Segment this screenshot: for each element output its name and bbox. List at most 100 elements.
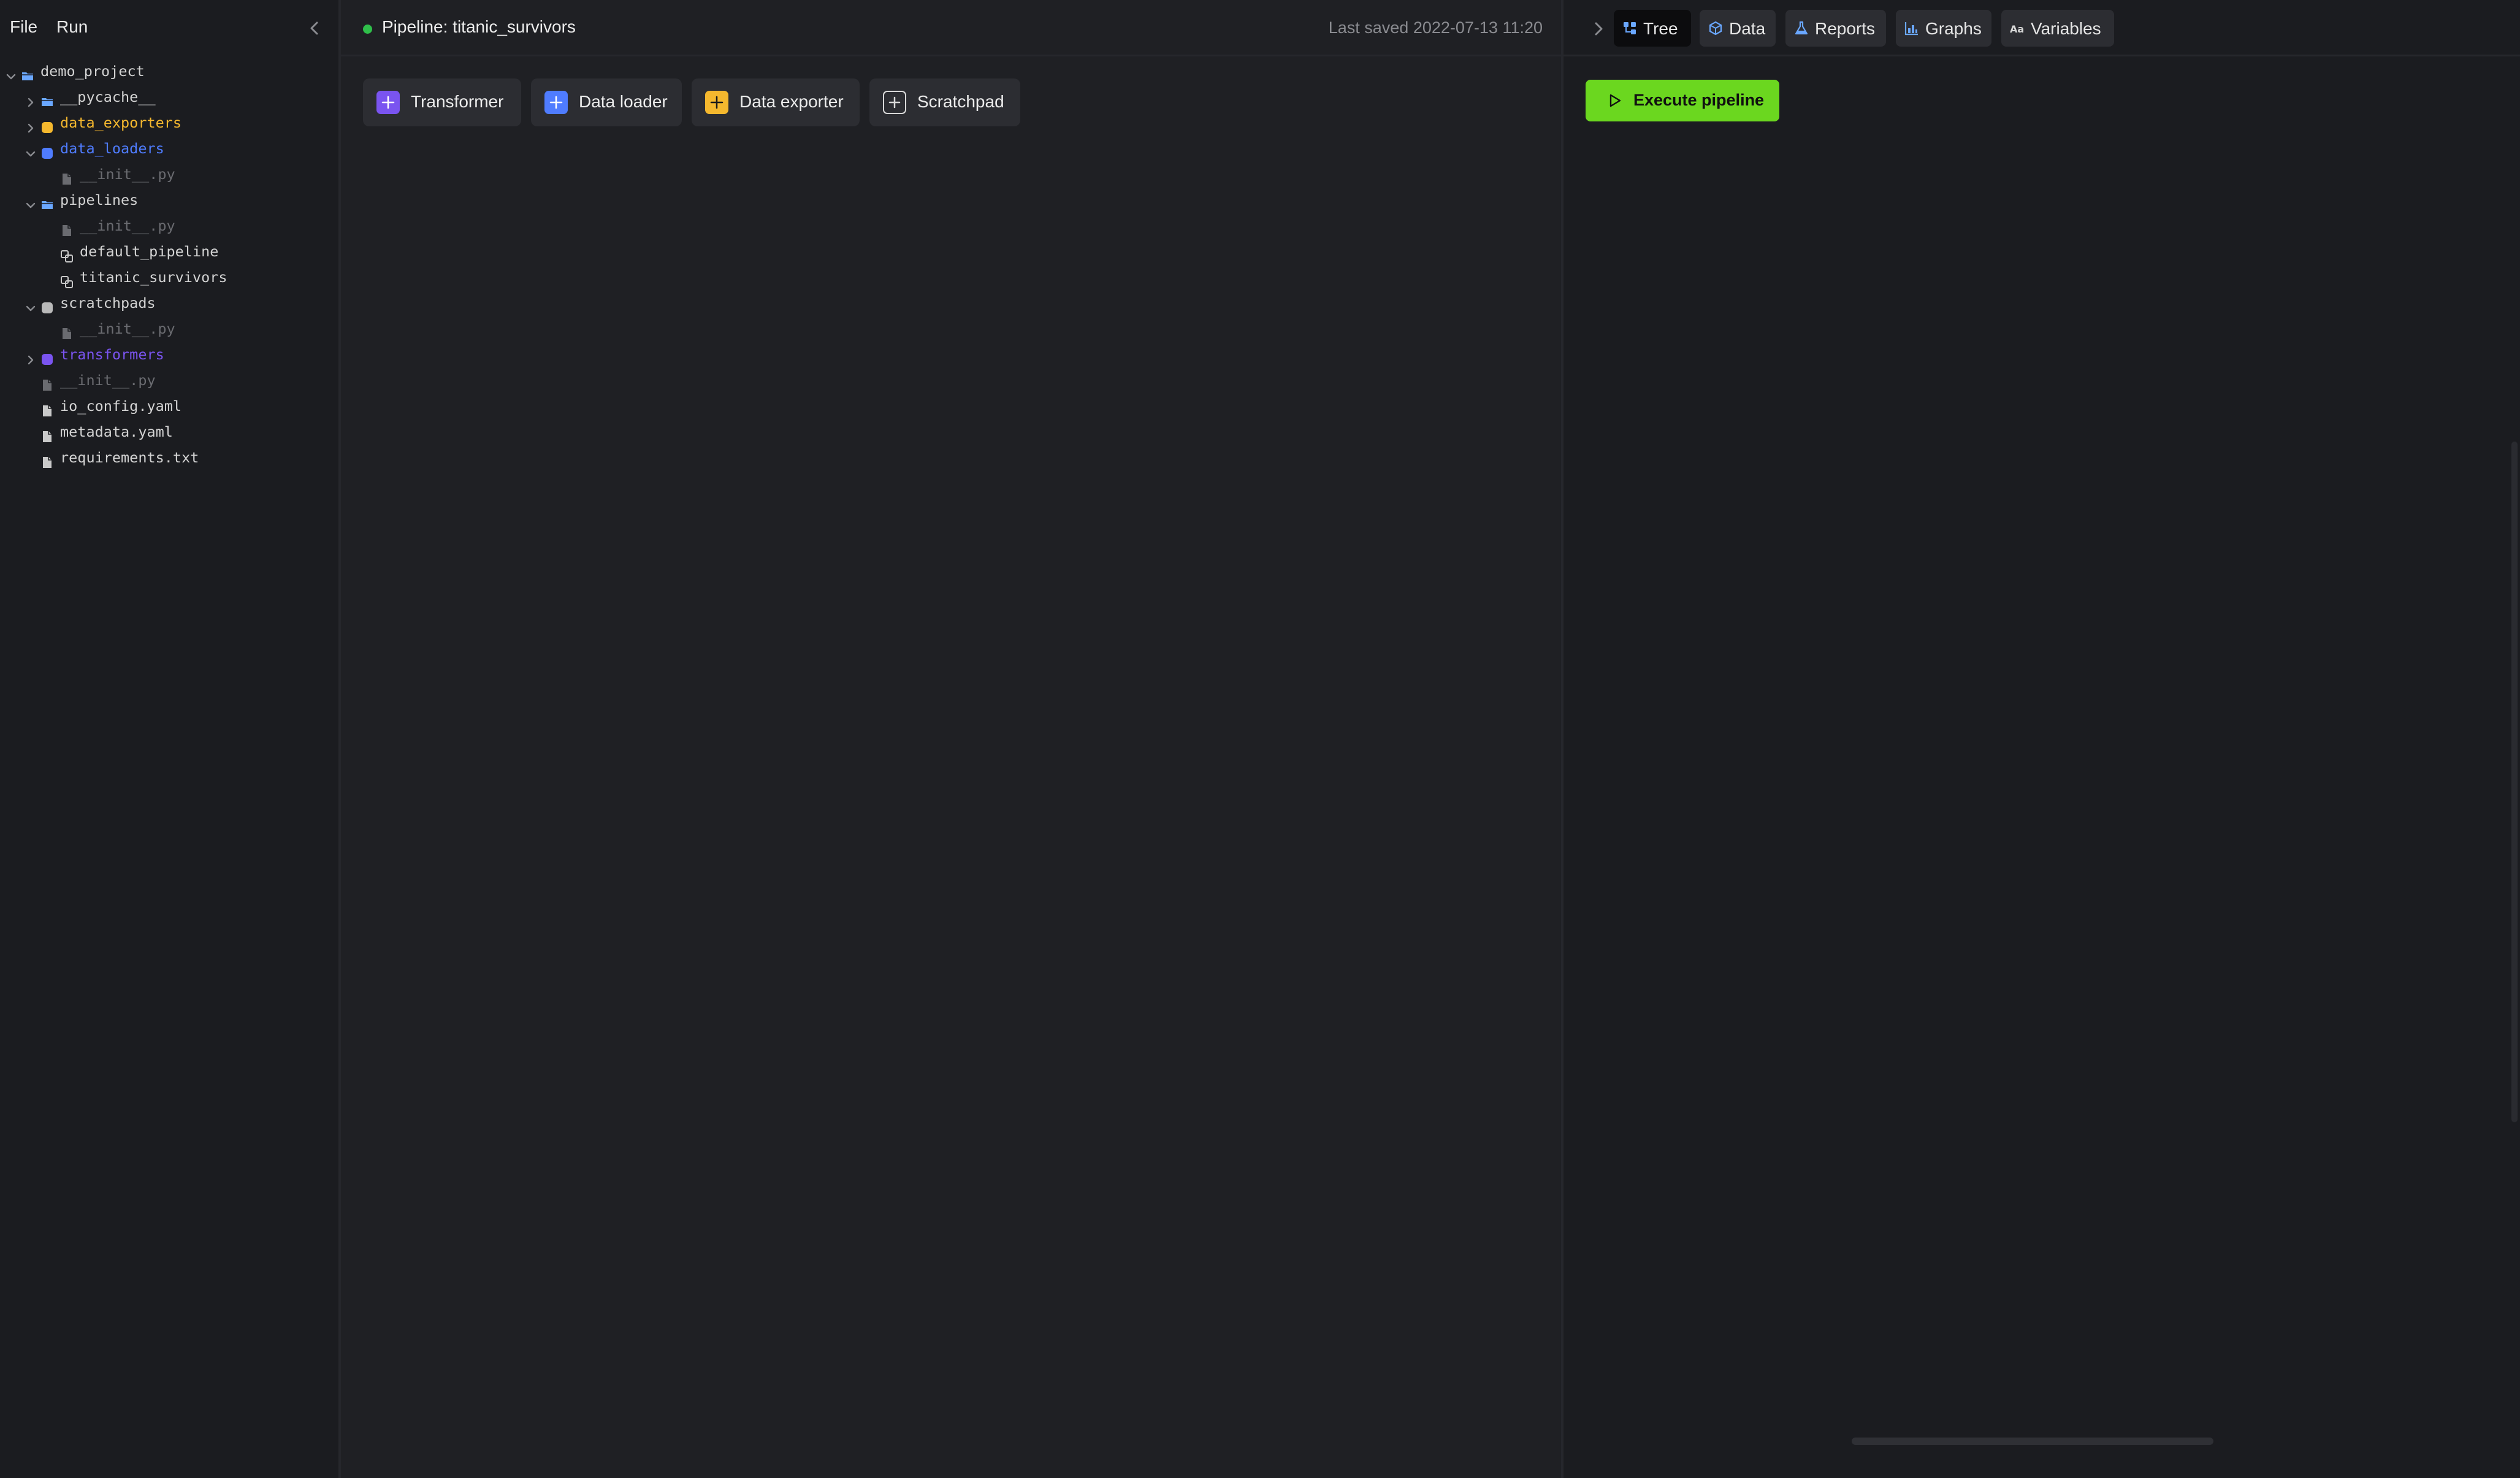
tab-data[interactable]: Data bbox=[1700, 10, 1776, 47]
bar-chart-icon bbox=[1904, 21, 1919, 36]
tab-data-label: Data bbox=[1729, 19, 1766, 38]
file-tree-label: io_config.yaml bbox=[60, 397, 182, 415]
file-icon bbox=[60, 323, 74, 339]
horizontal-scrollbar[interactable] bbox=[1852, 1438, 2213, 1445]
play-icon bbox=[1608, 93, 1622, 111]
add-transformer-label: Transformer bbox=[411, 92, 504, 111]
file-tree-label: pipelines bbox=[60, 191, 139, 209]
app-root: File Run demo_project __pycache__ data_exp… bbox=[0, 0, 2520, 1478]
block-folder-icon bbox=[40, 142, 54, 159]
svg-text:Aa: Aa bbox=[2010, 23, 2024, 35]
file-icon bbox=[60, 168, 74, 185]
file-tree-row[interactable]: default_pipeline bbox=[0, 239, 338, 264]
file-tree-label: scratchpads bbox=[60, 294, 156, 312]
chevron-left-icon[interactable] bbox=[304, 17, 326, 39]
plus-icon bbox=[883, 91, 906, 114]
pipeline-header: Pipeline: titanic_survivors Last saved 2… bbox=[341, 0, 1561, 56]
flask-icon bbox=[1794, 21, 1809, 36]
file-tree-row[interactable]: titanic_survivors bbox=[0, 264, 338, 290]
menu-bar: File Run bbox=[0, 0, 338, 56]
tab-variables[interactable]: Aa Variables bbox=[2001, 10, 2114, 47]
file-tree-row[interactable]: data_loaders bbox=[0, 136, 338, 161]
menu-run[interactable]: Run bbox=[56, 17, 88, 37]
right-panel-header: Tree Data Reports Graphs Aa Variables bbox=[1564, 0, 2520, 56]
add-data-exporter-button[interactable]: Data exporter bbox=[692, 78, 860, 126]
file-tree-row[interactable]: io_config.yaml bbox=[0, 393, 338, 419]
tab-variables-label: Variables bbox=[2031, 19, 2101, 38]
file-sidebar: File Run demo_project __pycache__ data_exp… bbox=[0, 0, 341, 1478]
chevron-down-icon[interactable] bbox=[25, 297, 37, 312]
chevron-right-icon[interactable] bbox=[25, 117, 37, 133]
file-tree-label: __pycache__ bbox=[60, 88, 156, 105]
plus-icon bbox=[376, 91, 400, 114]
file-tree-label: __init__.py bbox=[80, 166, 175, 183]
file-tree-row[interactable]: pipelines bbox=[0, 187, 338, 213]
execute-pipeline-label: Execute pipeline bbox=[1633, 91, 1765, 109]
block-folder-icon bbox=[40, 117, 54, 133]
file-tree-label: titanic_survivors bbox=[80, 269, 227, 286]
tab-reports-label: Reports bbox=[1815, 19, 1876, 38]
add-scratchpad-button[interactable]: Scratchpad bbox=[869, 78, 1020, 126]
file-tree-row[interactable]: requirements.txt bbox=[0, 445, 338, 470]
chevron-down-icon[interactable] bbox=[25, 194, 37, 209]
chevron-right-icon[interactable] bbox=[1588, 18, 1609, 39]
file-tree-label: __init__.py bbox=[80, 217, 175, 234]
chevron-down-icon[interactable] bbox=[25, 142, 37, 157]
file-tree-row[interactable]: __init__.py bbox=[0, 213, 338, 239]
pipeline-icon bbox=[60, 245, 74, 262]
menu-file[interactable]: File bbox=[10, 17, 37, 37]
file-tree-label: __init__.py bbox=[60, 372, 156, 389]
file-tree-label: data_exporters bbox=[60, 114, 182, 131]
right-panel: Tree Data Reports Graphs Aa Variables Ex… bbox=[1561, 0, 2520, 1478]
chevron-down-icon[interactable] bbox=[5, 65, 17, 80]
file-tree-row[interactable]: __init__.py bbox=[0, 367, 338, 393]
file-tree-label: metadata.yaml bbox=[60, 423, 173, 440]
add-transformer-button[interactable]: Transformer bbox=[363, 78, 521, 126]
tab-graphs-label: Graphs bbox=[1925, 19, 1982, 38]
file-icon bbox=[40, 374, 54, 391]
file-tree-row[interactable]: __init__.py bbox=[0, 316, 338, 342]
tree-icon bbox=[1622, 21, 1637, 36]
file-tree-row[interactable]: demo_project bbox=[0, 58, 338, 84]
block-folder-icon bbox=[40, 348, 54, 365]
file-tree-label: transformers bbox=[60, 346, 164, 363]
add-data-loader-label: Data loader bbox=[579, 92, 668, 111]
add-scratchpad-label: Scratchpad bbox=[917, 92, 1004, 111]
file-icon bbox=[40, 451, 54, 468]
pipeline-icon bbox=[60, 271, 74, 288]
add-data-loader-button[interactable]: Data loader bbox=[531, 78, 682, 126]
add-data-exporter-label: Data exporter bbox=[739, 92, 844, 111]
file-tree-row[interactable]: __init__.py bbox=[0, 161, 338, 187]
tab-graphs[interactable]: Graphs bbox=[1896, 10, 1991, 47]
execute-pipeline-button[interactable]: Execute pipeline bbox=[1586, 80, 1779, 121]
plus-icon bbox=[705, 91, 728, 114]
tab-tree-label: Tree bbox=[1643, 19, 1678, 38]
file-tree-label: __init__.py bbox=[80, 320, 175, 337]
block-folder-icon bbox=[40, 297, 54, 313]
file-tree-row[interactable]: metadata.yaml bbox=[0, 419, 338, 445]
vertical-scrollbar[interactable] bbox=[2511, 442, 2518, 1122]
folder-icon bbox=[40, 91, 54, 106]
chevron-right-icon[interactable] bbox=[25, 348, 37, 365]
file-tree-row[interactable]: __pycache__ bbox=[0, 84, 338, 110]
file-icon bbox=[60, 220, 74, 236]
file-icon bbox=[40, 400, 54, 416]
tab-tree[interactable]: Tree bbox=[1614, 10, 1691, 47]
tab-reports[interactable]: Reports bbox=[1785, 10, 1886, 47]
file-tree-label: data_loaders bbox=[60, 140, 164, 157]
folder-icon bbox=[21, 65, 34, 80]
status-dot bbox=[363, 25, 372, 34]
file-tree-row[interactable]: data_exporters bbox=[0, 110, 338, 136]
text-icon: Aa bbox=[2010, 21, 2025, 36]
file-tree-label: default_pipeline bbox=[80, 243, 219, 260]
data-icon bbox=[1708, 21, 1723, 36]
chevron-right-icon[interactable] bbox=[25, 91, 37, 107]
last-saved-text: Last saved 2022-07-13 11:20 bbox=[1328, 18, 1543, 37]
file-icon bbox=[40, 426, 54, 442]
file-tree-row[interactable]: scratchpads bbox=[0, 290, 338, 316]
pipeline-title: Pipeline: titanic_survivors bbox=[382, 17, 576, 36]
file-tree-label: requirements.txt bbox=[60, 449, 199, 466]
plus-icon bbox=[544, 91, 568, 114]
folder-icon bbox=[40, 194, 54, 209]
file-tree-row[interactable]: transformers bbox=[0, 342, 338, 367]
